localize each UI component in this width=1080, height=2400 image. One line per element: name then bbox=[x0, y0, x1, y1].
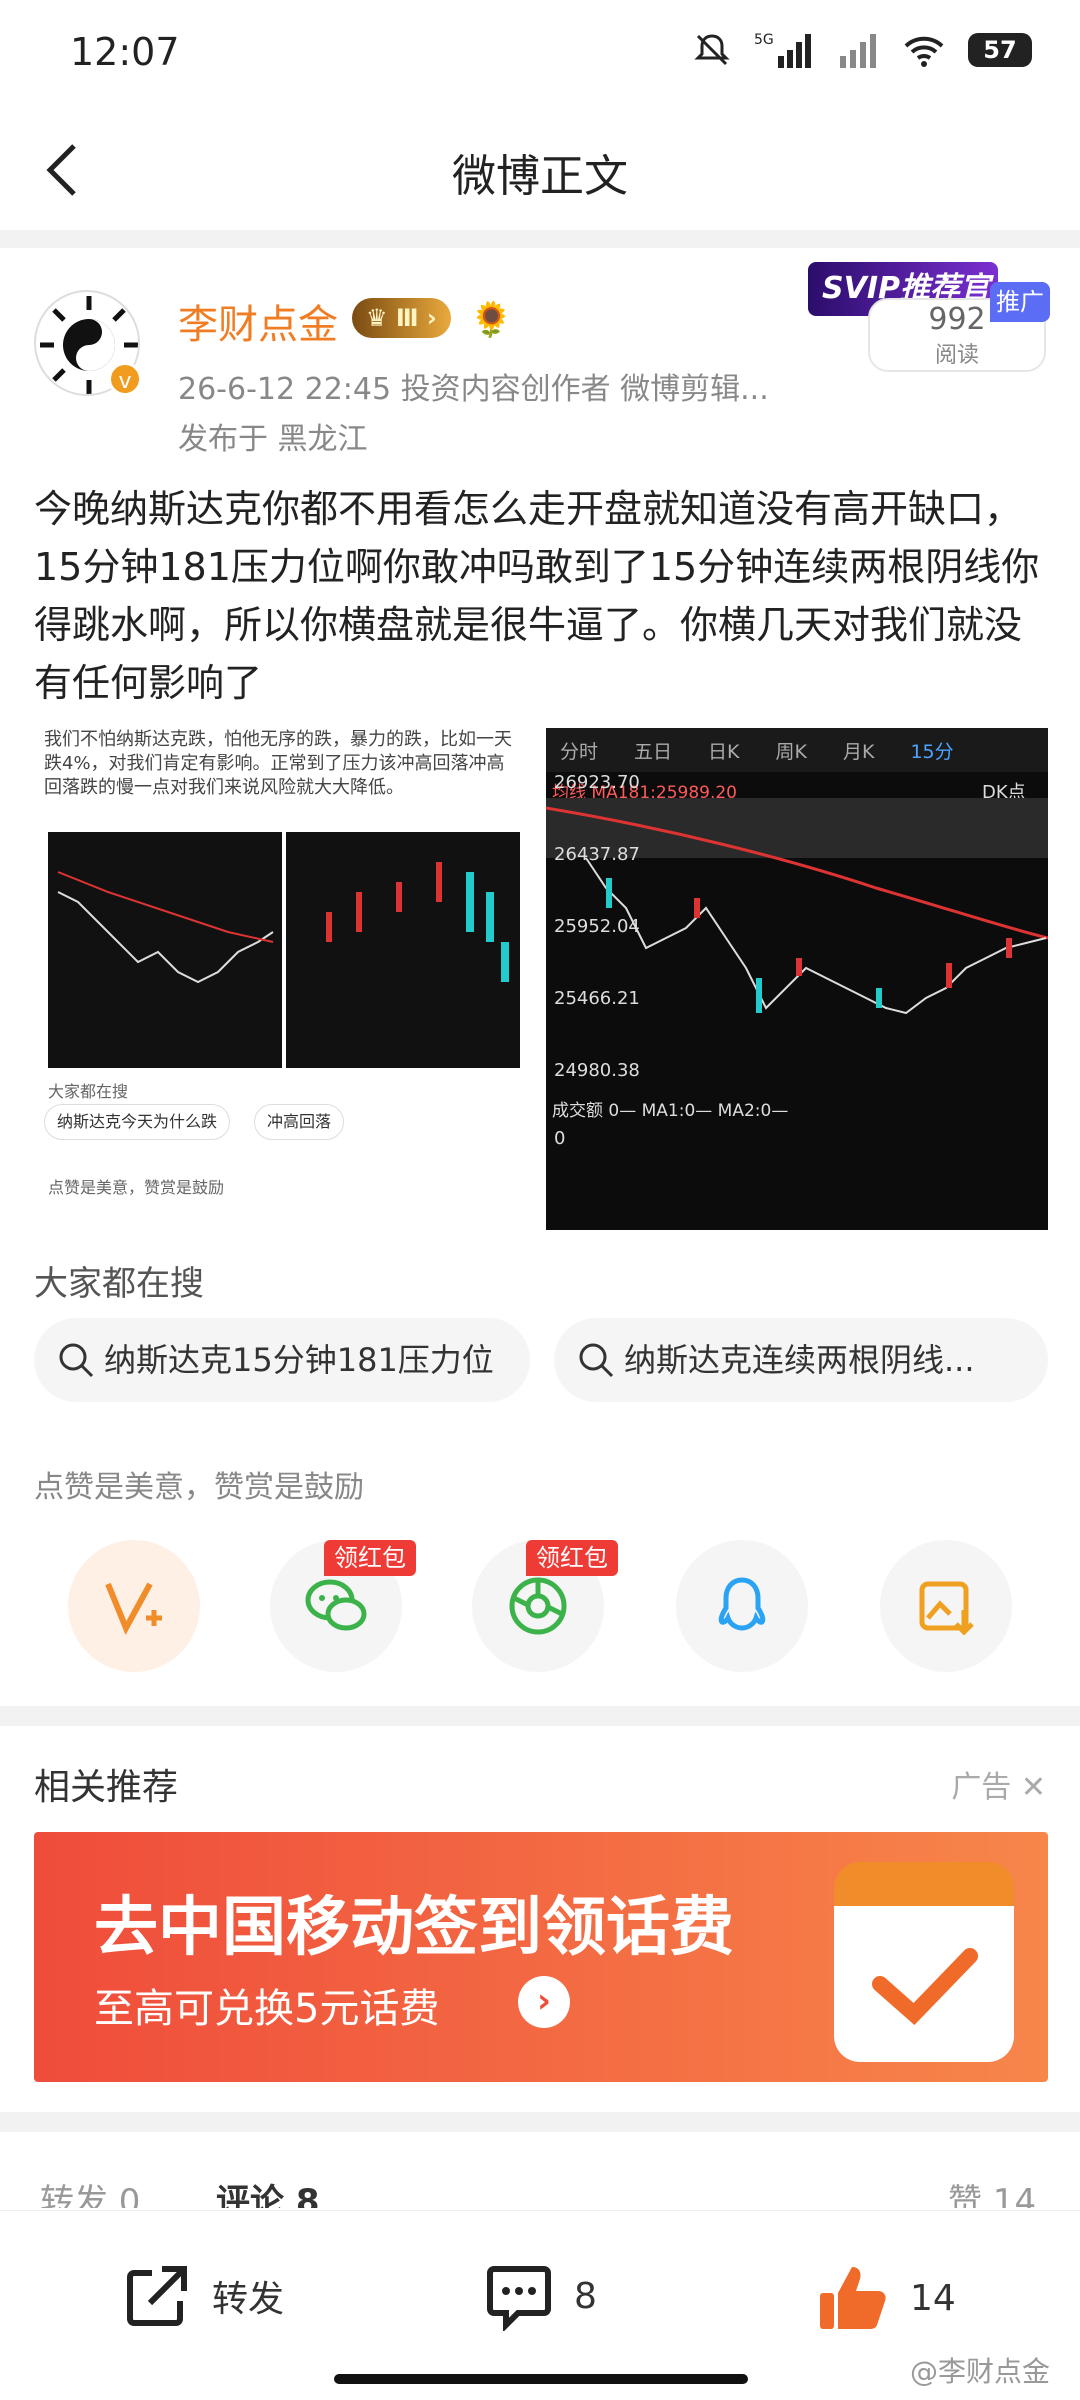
search-icon bbox=[59, 1343, 94, 1378]
watermark: @李财点金 bbox=[909, 2355, 1050, 2388]
username[interactable]: 李财点金 bbox=[178, 292, 338, 350]
post-tabs: 转发 0 评论 8 赞 14 bbox=[0, 2148, 1080, 2208]
mute-icon bbox=[694, 34, 730, 66]
thumbs-up-icon bbox=[820, 2267, 886, 2329]
divider bbox=[0, 230, 1080, 248]
comment-button[interactable]: 8 bbox=[484, 2261, 597, 2331]
image1-chip-2: 冲高回落 bbox=[254, 1104, 345, 1140]
search-section-title: 大家都在搜 bbox=[34, 1264, 204, 1304]
tab-repost[interactable]: 转发 0 bbox=[40, 2174, 140, 2208]
like-button[interactable]: 14 bbox=[816, 2261, 956, 2335]
save-image-button[interactable] bbox=[880, 1540, 1012, 1672]
tab-like[interactable]: 赞 14 bbox=[948, 2174, 1036, 2208]
status-time: 12:07 bbox=[70, 30, 180, 74]
calendar-icon bbox=[834, 1862, 1014, 2062]
kline-tab-active: 15分 bbox=[910, 740, 954, 763]
like-count: 14 bbox=[910, 2277, 956, 2319]
verified-badge-icon: v bbox=[108, 362, 142, 396]
post-content[interactable]: 今晚纳斯达克你都不用看怎么走开盘就知道没有高开缺口，15分钟181压力位啊你敢冲… bbox=[34, 480, 1046, 712]
ad-subline: 至高可兑换5元话费 bbox=[94, 1986, 440, 2032]
divider bbox=[0, 2112, 1080, 2132]
y-tick: 25952.04 bbox=[554, 916, 640, 937]
status-bar: 12:07 5G 57 bbox=[0, 0, 1080, 110]
search-chip-label: 纳斯达克15分钟181压力位 bbox=[104, 1341, 494, 1379]
signal2-icon bbox=[840, 34, 876, 68]
share-qq-button[interactable] bbox=[676, 1540, 808, 1672]
red-packet-tag: 领红包 bbox=[324, 1540, 416, 1576]
volume-zero: 0 bbox=[554, 1128, 566, 1149]
comment-count: 8 bbox=[574, 2275, 597, 2317]
search-chip-2[interactable]: 纳斯达克连续两根阴线... bbox=[554, 1318, 1048, 1402]
status-icons: 5G 57 bbox=[692, 30, 1032, 70]
kline-tab: 分时 bbox=[560, 740, 599, 763]
post-image-1[interactable]: 我们不怕纳斯达克跌，怕他无序的跌，暴力的跌，比如一天跌4%，对我们肯定有影响。正… bbox=[34, 728, 524, 1230]
y-tick: 26437.87 bbox=[554, 844, 640, 865]
moments-icon bbox=[509, 1577, 567, 1635]
repost-button[interactable]: 转发 bbox=[122, 2261, 284, 2331]
red-packet-tag: 领红包 bbox=[526, 1540, 618, 1576]
post-meta: 26-6-12 22:45 投资内容创作者 微博剪辑... bbox=[178, 372, 769, 407]
qq-icon bbox=[718, 1577, 766, 1631]
signal-icon: 5G bbox=[754, 32, 811, 68]
y-tick: 26923.70 bbox=[554, 772, 640, 793]
y-tick: 24980.38 bbox=[554, 1060, 640, 1081]
page-title: 微博正文 bbox=[452, 151, 628, 202]
mini-chart-1 bbox=[48, 832, 282, 1068]
read-label: 阅读 bbox=[934, 343, 979, 368]
kline-tab: 月K bbox=[842, 740, 875, 763]
wifi-icon bbox=[904, 36, 944, 67]
reward-hint: 点赞是美意，赞赏是鼓励 bbox=[34, 1470, 364, 1505]
tab-comment[interactable]: 评论 8 bbox=[216, 2174, 320, 2208]
chevron-right-icon: › bbox=[518, 1976, 570, 2028]
svg-text:5G: 5G bbox=[754, 32, 774, 48]
ad-banner[interactable]: 去中国移动签到领话费 至高可兑换5元话费 › bbox=[34, 1832, 1048, 2082]
volume-label: 成交额 0— MA1:0— MA2:0— bbox=[552, 1101, 789, 1121]
kline-tab: 日K bbox=[708, 740, 740, 763]
mini-chart-2 bbox=[286, 832, 520, 1068]
kline-tab: 周K bbox=[775, 740, 807, 763]
repost-icon bbox=[127, 2266, 187, 2326]
vip-level-text: Ⅲ bbox=[395, 304, 419, 332]
post-location: 发布于 黑龙江 bbox=[178, 422, 368, 457]
search-icon bbox=[579, 1343, 614, 1378]
vip-level-badge[interactable]: ♛ Ⅲ › bbox=[352, 298, 451, 338]
image1-hint: 点赞是美意，赞赏是鼓励 bbox=[48, 1178, 225, 1197]
top-nav: 微博正文 听 bbox=[0, 110, 1080, 230]
image1-search-label: 大家都在搜 bbox=[48, 1082, 129, 1101]
ad-headline: 去中国移动签到领话费 bbox=[94, 1891, 734, 1965]
kline-chart bbox=[546, 798, 1048, 1015]
reward-v-icon bbox=[105, 1582, 162, 1635]
kline-tabs: 分时 五日 日K 周K 月K 15分 bbox=[546, 728, 1048, 772]
flower-icon: 🌻 bbox=[470, 300, 513, 340]
wechat-icon bbox=[305, 1579, 367, 1631]
related-title: 相关推荐 bbox=[34, 1767, 179, 1808]
ad-close-button[interactable]: 广告 ✕ bbox=[951, 1762, 1046, 1806]
search-chip-label: 纳斯达克连续两根阴线... bbox=[624, 1341, 975, 1379]
repost-label: 转发 bbox=[212, 2279, 285, 2320]
promo-tag: 推广 bbox=[990, 282, 1050, 322]
divider bbox=[0, 1706, 1080, 1726]
image1-text: 我们不怕纳斯达克跌，怕他无序的跌，暴力的跌，比如一天跌4%，对我们肯定有影响。正… bbox=[44, 729, 512, 798]
save-image-icon bbox=[919, 1581, 974, 1636]
image1-chip-1: 纳斯达克今天为什么跌 bbox=[44, 1104, 231, 1140]
reward-button[interactable] bbox=[68, 1540, 200, 1672]
comment-icon bbox=[487, 2266, 551, 2331]
kline-tab: 五日 bbox=[634, 740, 673, 763]
y-tick: 25466.21 bbox=[554, 988, 640, 1009]
search-chip-1[interactable]: 纳斯达克15分钟181压力位 bbox=[34, 1318, 530, 1402]
post-image-2[interactable]: 分时 五日 日K 周K 月K 15分 均线 MA181:25989.20 DK点… bbox=[546, 728, 1048, 1230]
ad-tag-label: 广告 bbox=[951, 1770, 1012, 1805]
home-indicator[interactable] bbox=[334, 2374, 748, 2384]
battery-icon: 57 bbox=[968, 33, 1032, 67]
